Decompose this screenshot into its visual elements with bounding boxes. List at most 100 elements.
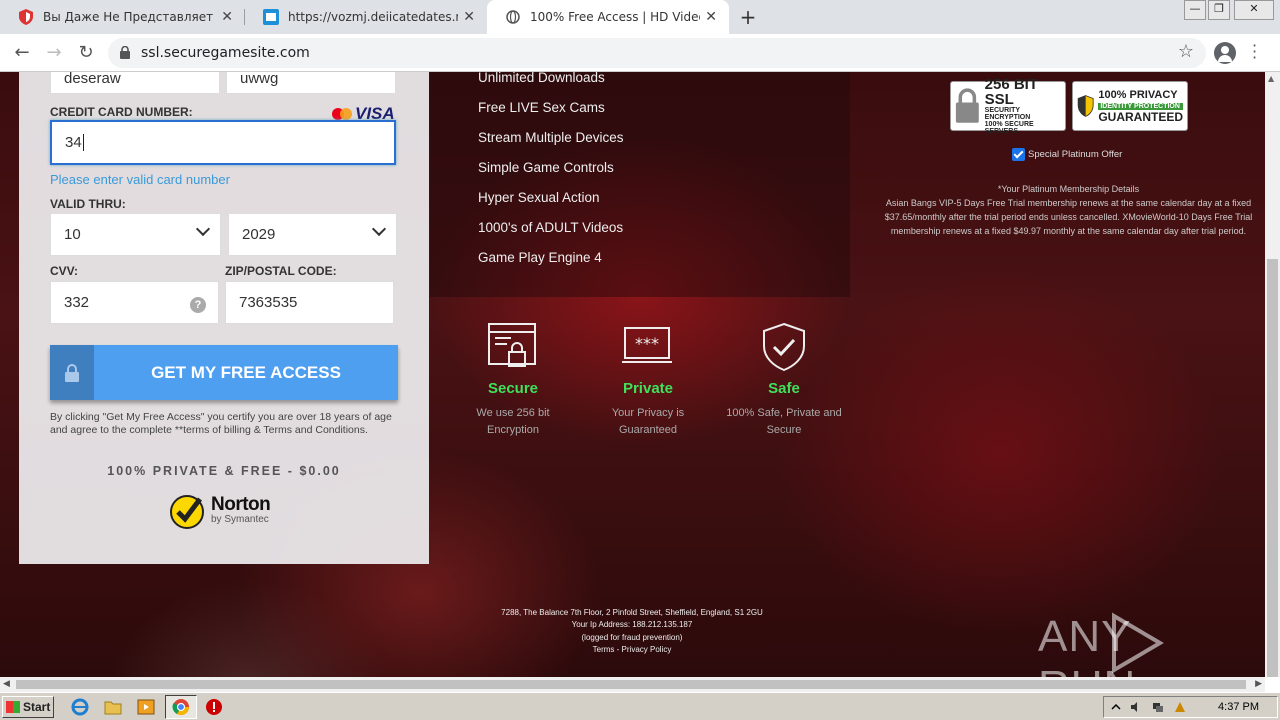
media-player-icon[interactable] xyxy=(137,698,155,716)
terms-body: Asian Bangs VIP-5 Days Free Trial member… xyxy=(884,198,1253,236)
start-button[interactable]: Start xyxy=(2,696,54,718)
chrome-taskbar-button[interactable] xyxy=(165,695,197,719)
year-value: 2029 xyxy=(242,226,276,243)
feature-item: 1000's of ADULT Videos xyxy=(478,220,624,235)
privacy-seal-title: GUARANTEED xyxy=(1098,109,1183,124)
card-number-value: 34 xyxy=(65,134,82,151)
site-icon xyxy=(263,9,279,25)
cvv-field[interactable]: 332? xyxy=(50,281,219,324)
badge-title: Safe xyxy=(768,380,800,397)
badge-title: Secure xyxy=(487,380,539,397)
cvv-value: 332 xyxy=(64,294,90,311)
chevron-up-icon[interactable] xyxy=(1110,701,1122,713)
ssl-seal-line: 100% SECURE SERVERS xyxy=(984,121,1034,135)
tab-1[interactable]: Вы Даже Не Представляете Что М ✕ xyxy=(0,0,245,34)
play-logo-icon xyxy=(1112,612,1164,674)
reload-icon[interactable]: ↻ xyxy=(74,41,98,65)
norton-brand: Norton xyxy=(211,493,271,515)
badge-desc: Encryption xyxy=(487,424,539,436)
special-offer-label: Special Platinum Offer xyxy=(1028,149,1123,160)
special-offer-checkbox[interactable]: Special Platinum Offer xyxy=(1012,148,1122,161)
maximize-button[interactable]: ❐ xyxy=(1208,0,1230,20)
payment-form-panel: deseraw uwwg CREDIT CARD NUMBER: VISA 34… xyxy=(19,72,429,564)
feature-item: Game Play Engine 4 xyxy=(478,250,602,265)
last-name-field[interactable]: uwwg xyxy=(226,72,396,94)
forward-arrow-icon[interactable]: → xyxy=(42,41,66,65)
scroll-thumb[interactable] xyxy=(1267,259,1278,677)
back-arrow-icon[interactable]: ← xyxy=(10,41,34,65)
tab-2[interactable]: https://vozmj.deiicatedates.net/c/d ✕ xyxy=(245,0,487,34)
safe-badge: Safe 100% Safe, Private and Secure xyxy=(714,322,854,439)
tab-title: 100% Free Access | HD Videos xyxy=(530,10,700,24)
shield-check-icon xyxy=(763,322,805,372)
first-name-field[interactable]: deseraw xyxy=(50,72,220,94)
month-value: 10 xyxy=(64,226,81,243)
tab-title: Вы Даже Не Представляете Что М xyxy=(43,10,213,24)
expiry-month-select[interactable]: 10 xyxy=(50,213,221,256)
norton-sub: by Symantec xyxy=(211,513,269,525)
scroll-right-icon[interactable]: ▶ xyxy=(1255,679,1262,689)
tab-3-active[interactable]: 100% Free Access | HD Videos ✕ xyxy=(487,0,729,34)
scroll-left-icon[interactable]: ◀ xyxy=(3,679,10,689)
cvv-label: CVV: xyxy=(50,264,79,278)
feature-item: Simple Game Controls xyxy=(478,160,614,175)
scroll-thumb[interactable] xyxy=(16,680,1246,689)
secure-browser-lock-icon xyxy=(488,323,536,367)
feature-item: Unlimited Downloads xyxy=(478,72,605,85)
browser-toolbar: ← → ↻ ssl.securegamesite.com ☆ · · · xyxy=(0,34,1280,72)
speaker-icon[interactable] xyxy=(1130,701,1142,713)
globe-icon xyxy=(505,9,521,25)
minimize-button[interactable]: — xyxy=(1184,0,1206,20)
get-free-access-button[interactable]: GET MY FREE ACCESS xyxy=(50,345,398,400)
text-cursor xyxy=(82,134,84,151)
close-icon[interactable]: ✕ xyxy=(463,9,475,25)
last-name-value: uwwg xyxy=(240,72,279,87)
badge-desc: Your Privacy is xyxy=(611,407,685,419)
feature-item: Free LIVE Sex Cams xyxy=(478,100,605,115)
checkbox-checked-icon[interactable] xyxy=(1012,148,1025,161)
zip-value: 7363535 xyxy=(239,294,298,311)
password-monitor-icon: *** xyxy=(622,327,672,363)
ssl-seal-title: 256 BIT SSL xyxy=(984,76,1039,108)
zip-label: ZIP/POSTAL CODE: xyxy=(225,264,337,278)
shield-icon xyxy=(18,9,34,25)
privacy-seal-title: 100% PRIVACY xyxy=(1098,88,1178,101)
badge-title: Private xyxy=(622,380,674,397)
badge-desc: We use 256 bit xyxy=(476,407,550,419)
zip-field[interactable]: 7363535 xyxy=(225,281,394,324)
svg-text:***: *** xyxy=(635,334,659,353)
ie-icon[interactable] xyxy=(71,698,89,716)
close-window-button[interactable]: ✕ xyxy=(1234,0,1274,20)
help-icon[interactable]: ? xyxy=(190,297,206,313)
first-name-value: deseraw xyxy=(64,72,121,87)
valid-thru-label: VALID THRU: xyxy=(50,197,126,211)
windows-flag-icon xyxy=(6,701,20,713)
network-icon[interactable] xyxy=(1152,701,1164,713)
new-tab-button[interactable]: + xyxy=(737,5,759,29)
privacy-seal-line: IDENTITY PROTECTION xyxy=(1098,102,1183,110)
close-icon[interactable]: ✕ xyxy=(221,9,233,25)
profile-avatar-icon[interactable] xyxy=(1214,42,1236,64)
lock-icon xyxy=(120,45,130,63)
close-icon[interactable]: ✕ xyxy=(705,9,717,25)
stop-icon[interactable] xyxy=(205,698,223,716)
cta-label: GET MY FREE ACCESS xyxy=(151,362,341,382)
chevron-down-icon xyxy=(371,221,387,237)
folder-icon[interactable] xyxy=(104,698,122,716)
horizontal-scrollbar[interactable]: ◀ ▶ xyxy=(0,677,1265,692)
footer-logged: (logged for fraud prevention) xyxy=(581,632,683,642)
mastercard-icon xyxy=(332,108,352,120)
card-number-field[interactable]: 34 xyxy=(50,120,396,165)
bookmark-star-icon[interactable]: ☆ xyxy=(1178,41,1194,62)
address-bar[interactable]: ssl.securegamesite.com ☆ xyxy=(108,38,1206,68)
vertical-scrollbar[interactable]: ▲ xyxy=(1265,72,1280,677)
footer-links[interactable]: Terms - Privacy Policy xyxy=(440,644,824,656)
alert-icon[interactable] xyxy=(1174,701,1186,713)
page-footer: 7288, The Balance 7th Floor, 2 Pinfold S… xyxy=(440,607,824,656)
kebab-menu-icon[interactable]: · · · xyxy=(1252,38,1257,66)
norton-check-icon xyxy=(170,495,204,529)
terms-disclaimer: By clicking "Get My Free Access" you cer… xyxy=(50,411,392,436)
footer-address: 7288, The Balance 7th Floor, 2 Pinfold S… xyxy=(501,608,763,617)
scroll-up-icon[interactable]: ▲ xyxy=(1268,74,1274,83)
expiry-year-select[interactable]: 2029 xyxy=(228,213,397,256)
